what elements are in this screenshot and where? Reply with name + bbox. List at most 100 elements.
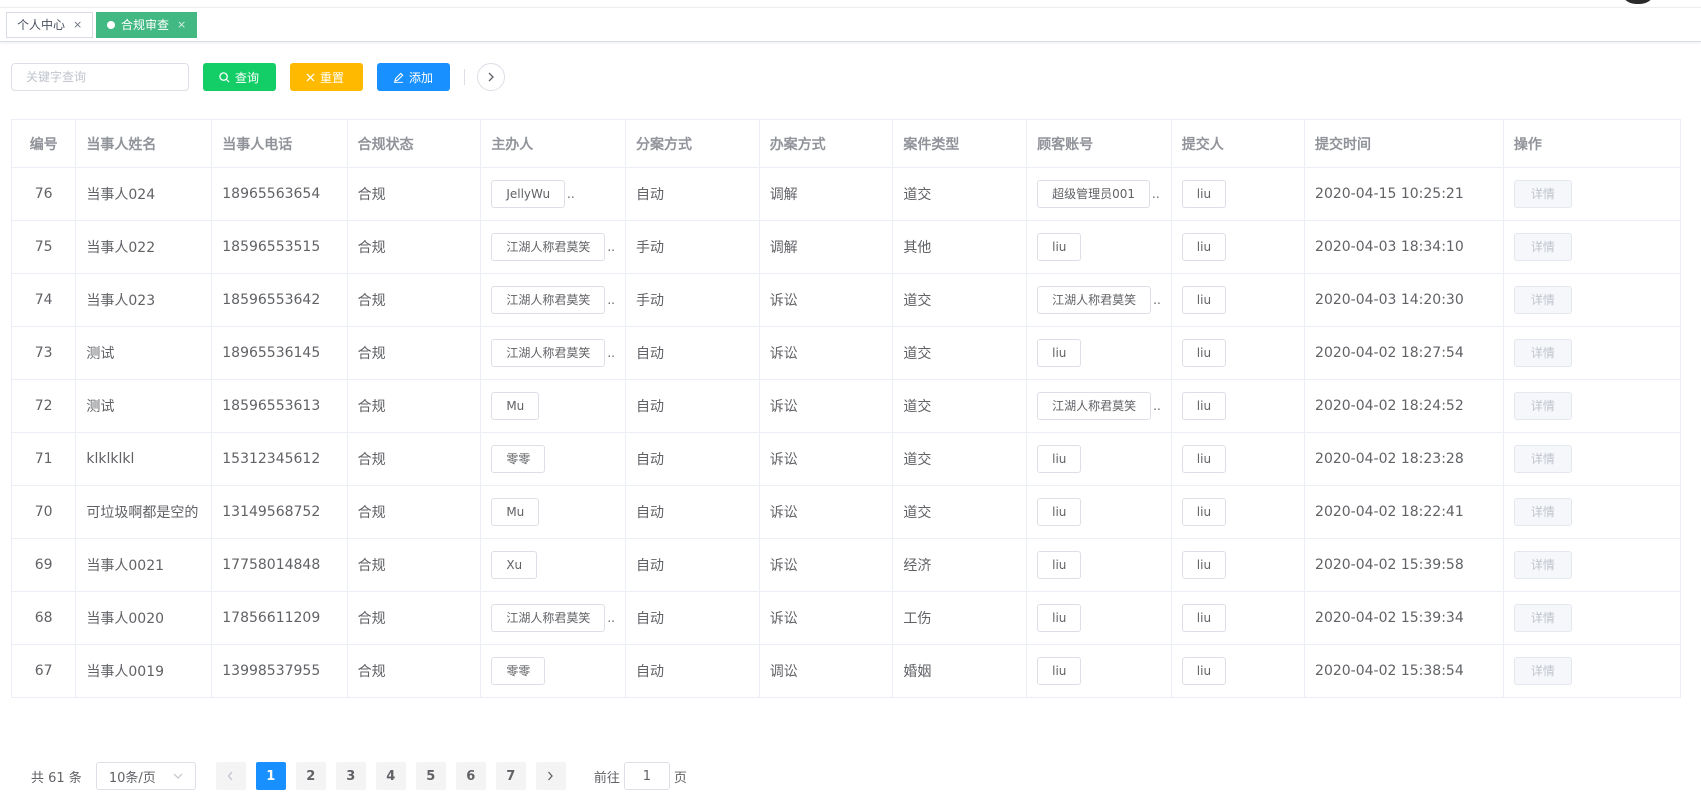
detail-button[interactable]: 详情: [1513, 392, 1572, 420]
detail-button[interactable]: 详情: [1513, 339, 1572, 367]
host-tag[interactable]: Xu: [491, 551, 538, 579]
submitter-tag[interactable]: liu: [1181, 286, 1227, 314]
cell-assign: 自动: [624, 538, 760, 592]
account-tag[interactable]: 江湖人称君莫笑: [1037, 392, 1152, 420]
host-tag[interactable]: 江湖人称君莫笑: [491, 604, 606, 632]
goto-label: 前往: [593, 770, 620, 786]
detail-button[interactable]: 详情: [1513, 180, 1572, 208]
cell-time: 2020-04-02 18:27:54: [1304, 326, 1504, 380]
detail-button[interactable]: 详情: [1513, 551, 1572, 579]
account-tag[interactable]: liu: [1037, 445, 1082, 473]
cell-submitter: liu: [1170, 167, 1306, 221]
cell-id: 75: [10, 220, 77, 274]
cell-submitter: liu: [1170, 326, 1306, 380]
close-icon[interactable]: ×: [73, 13, 82, 37]
host-tag[interactable]: 江湖人称君莫笑: [491, 286, 606, 314]
detail-button[interactable]: 详情: [1513, 233, 1572, 261]
close-icon: [306, 72, 315, 82]
host-tag[interactable]: JellyWu: [491, 180, 566, 208]
cell-phone: 18965536145: [211, 326, 348, 380]
cell-action: 详情: [1502, 326, 1682, 380]
tab-label: 合规审查: [121, 18, 170, 32]
header-account: 顾客账号: [1026, 119, 1172, 168]
detail-button[interactable]: 详情: [1513, 445, 1572, 473]
page-button-3[interactable]: 3: [335, 762, 366, 790]
cell-id: 73: [10, 326, 77, 380]
cell-account: 超级管理员001..: [1026, 167, 1172, 221]
page-button-5[interactable]: 5: [415, 762, 446, 790]
submitter-tag[interactable]: liu: [1181, 392, 1227, 420]
cell-host: 零零: [480, 432, 626, 486]
cell-type: 其他: [892, 220, 1028, 274]
cell-handle: 调解: [758, 167, 894, 221]
cell-status: 合规: [346, 644, 482, 698]
account-tag[interactable]: liu: [1037, 339, 1082, 367]
cell-type: 道交: [892, 379, 1028, 433]
query-button[interactable]: 查询: [203, 63, 276, 91]
detail-button[interactable]: 详情: [1513, 286, 1572, 314]
cell-time: 2020-04-03 14:20:30: [1304, 273, 1504, 327]
page-button-4[interactable]: 4: [375, 762, 406, 790]
chevron-right-icon: [487, 72, 495, 82]
page-size-select[interactable]: 10条/页: [95, 762, 196, 790]
account-tag[interactable]: liu: [1037, 551, 1082, 579]
cell-host: Mu: [480, 485, 626, 539]
submitter-tag[interactable]: liu: [1181, 445, 1227, 473]
query-label: 查询: [235, 70, 260, 85]
cell-action: 详情: [1502, 379, 1682, 433]
host-tag[interactable]: 江湖人称君莫笑: [491, 233, 606, 261]
account-tag[interactable]: liu: [1037, 657, 1082, 685]
goto-page-input[interactable]: [623, 762, 670, 790]
cell-name: 当事人024: [75, 167, 213, 221]
search-input[interactable]: [11, 63, 189, 91]
account-tag[interactable]: liu: [1037, 498, 1082, 526]
page-button-1[interactable]: 1: [255, 762, 286, 790]
cell-name: 当事人0021: [75, 538, 213, 592]
active-dot-icon: [107, 21, 115, 29]
tabs-view: 个人中心 × 合规审查 ×: [0, 8, 1701, 42]
cell-status: 合规: [346, 432, 482, 486]
close-icon[interactable]: ×: [177, 13, 186, 37]
account-tag[interactable]: liu: [1037, 233, 1082, 261]
submitter-tag[interactable]: liu: [1181, 180, 1227, 208]
detail-button[interactable]: 详情: [1513, 498, 1572, 526]
account-tag[interactable]: 超级管理员001: [1037, 180, 1151, 208]
host-tag[interactable]: 零零: [491, 445, 546, 473]
cell-status: 合规: [346, 326, 482, 380]
prev-page-button[interactable]: [215, 762, 246, 790]
page-button-2[interactable]: 2: [295, 762, 326, 790]
add-button[interactable]: 添加: [377, 63, 450, 91]
cell-submitter: liu: [1170, 220, 1306, 274]
submitter-tag[interactable]: liu: [1181, 604, 1227, 632]
submitter-tag[interactable]: liu: [1181, 657, 1227, 685]
reset-button[interactable]: 重置: [290, 63, 363, 91]
submitter-tag[interactable]: liu: [1181, 551, 1227, 579]
header-action: 操作: [1502, 119, 1682, 168]
account-tag[interactable]: 江湖人称君莫笑: [1037, 286, 1152, 314]
host-tag[interactable]: 江湖人称君莫笑: [491, 339, 606, 367]
cell-host: Xu: [480, 538, 626, 592]
cell-name: 测试: [75, 379, 213, 433]
host-tag[interactable]: Mu: [491, 498, 540, 526]
edit-icon: [393, 72, 404, 83]
host-tag[interactable]: Mu: [491, 392, 540, 420]
cell-phone: 13998537955: [211, 644, 348, 698]
tab-personal-center[interactable]: 个人中心 ×: [6, 12, 94, 38]
cell-type: 道交: [892, 326, 1028, 380]
expand-button[interactable]: [477, 63, 505, 91]
account-tag[interactable]: liu: [1037, 604, 1082, 632]
cell-handle: 诉讼: [758, 485, 894, 539]
submitter-tag[interactable]: liu: [1181, 339, 1227, 367]
cell-type: 婚姻: [892, 644, 1028, 698]
host-tag[interactable]: 零零: [491, 657, 546, 685]
page-button-7[interactable]: 7: [495, 762, 526, 790]
next-page-button[interactable]: [535, 762, 566, 790]
tab-compliance-review[interactable]: 合规审查 ×: [96, 12, 198, 38]
submitter-tag[interactable]: liu: [1181, 233, 1227, 261]
cell-host: 零零: [480, 644, 626, 698]
detail-button[interactable]: 详情: [1513, 657, 1572, 685]
page-button-6[interactable]: 6: [455, 762, 486, 790]
cell-submitter: liu: [1170, 432, 1306, 486]
submitter-tag[interactable]: liu: [1181, 498, 1227, 526]
detail-button[interactable]: 详情: [1513, 604, 1572, 632]
